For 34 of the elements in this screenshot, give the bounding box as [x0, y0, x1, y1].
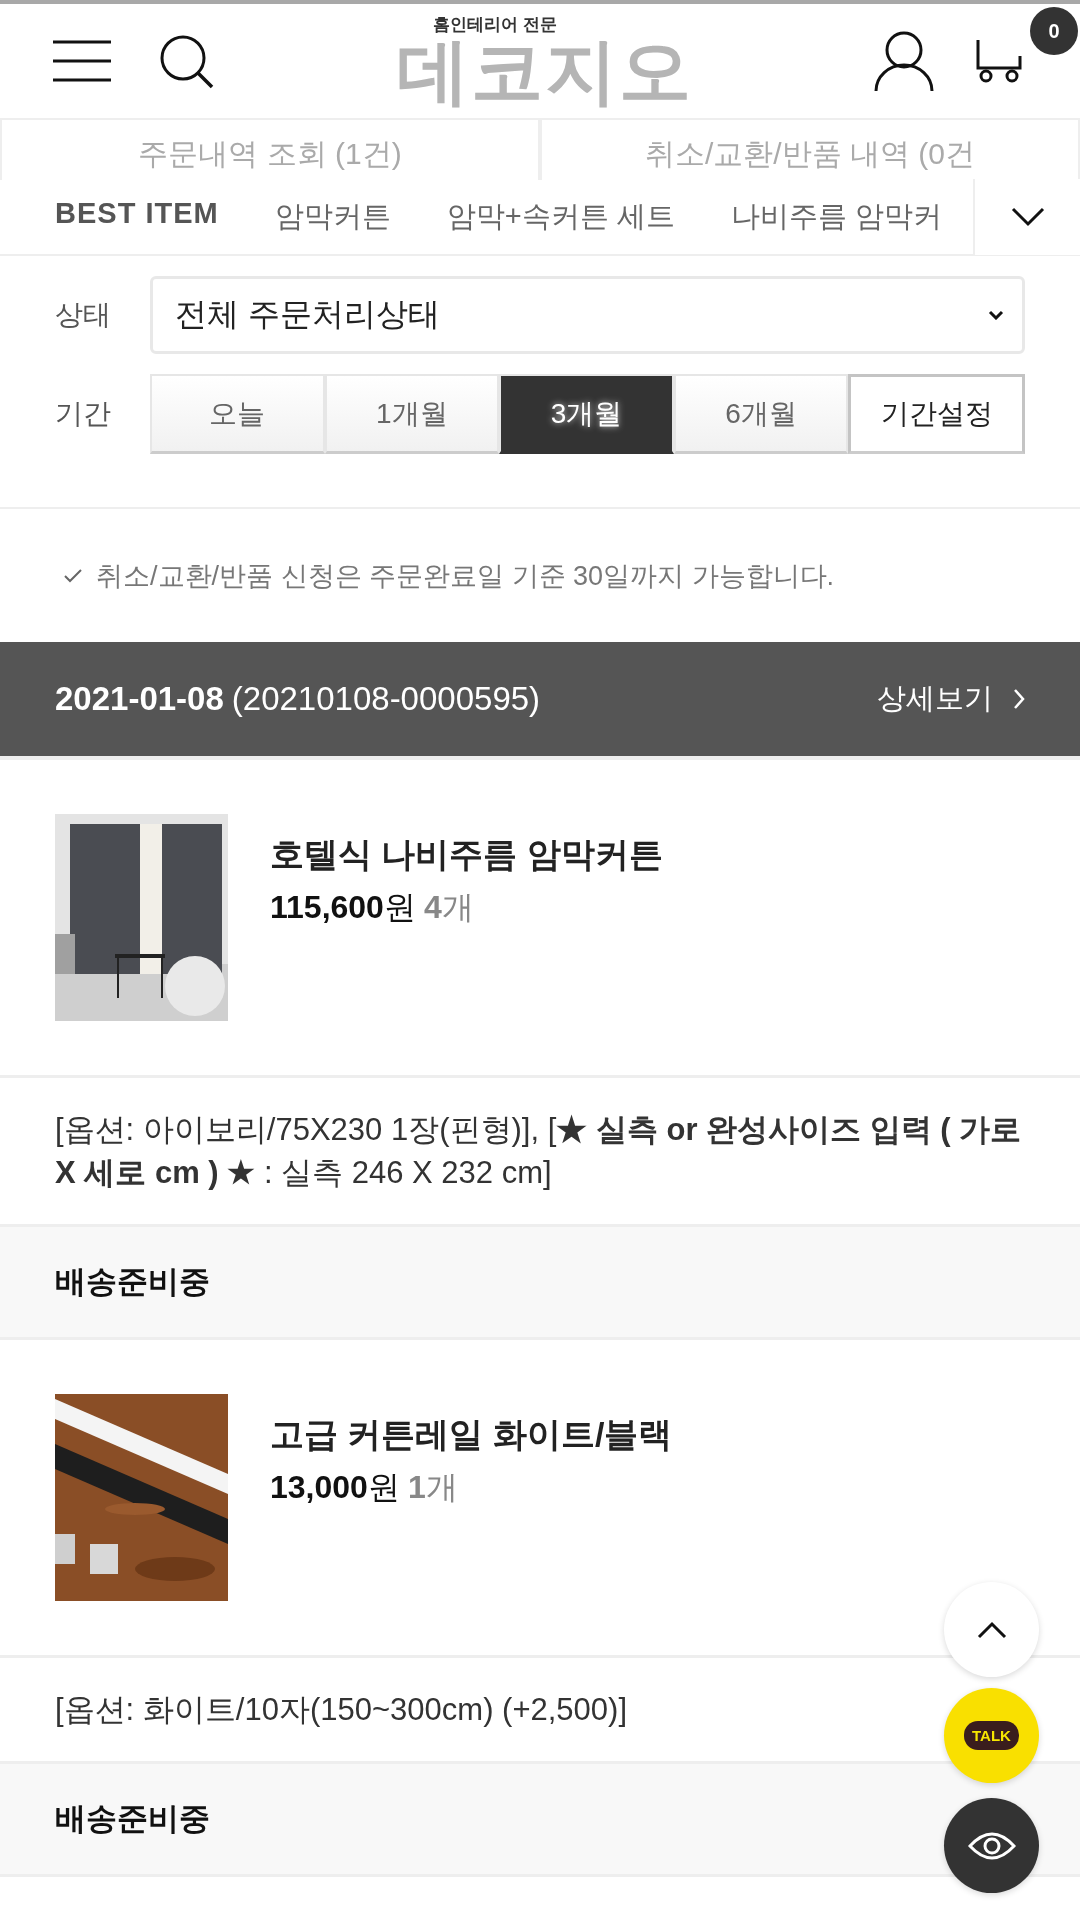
- chevron-up-icon: [976, 1620, 1007, 1639]
- period-button[interactable]: 3개월: [499, 374, 674, 454]
- order-date: 2021-01-08: [55, 680, 224, 717]
- period-button[interactable]: 6개월: [673, 374, 849, 454]
- detail-link[interactable]: 상세보기: [877, 679, 1025, 719]
- logo-tagline: 홈인테리어 전문: [433, 15, 557, 35]
- talk-button[interactable]: TALK: [944, 1688, 1039, 1783]
- status-select[interactable]: 전체 주문처리상태: [150, 276, 1025, 354]
- chevron-down-icon: [1010, 207, 1045, 227]
- category-link[interactable]: BEST ITEM: [55, 197, 219, 237]
- filter-label: 상태: [55, 298, 112, 332]
- period-button[interactable]: 기간설정: [848, 374, 1025, 454]
- user-icon[interactable]: [872, 29, 936, 93]
- notice-text: 취소/교환/반품 신청은 주문완료일 기준 30일까지 가능합니다.: [96, 559, 835, 593]
- period-button[interactable]: 오늘: [150, 374, 325, 454]
- check-icon: [64, 568, 82, 583]
- chevron-down-icon: [988, 310, 1004, 320]
- product-quantity: 4개: [423, 888, 474, 927]
- shipping-status: 배송준비중: [0, 1764, 1080, 1877]
- product-name[interactable]: 호텔식 나비주름 암막커튼: [270, 832, 663, 878]
- order-number: (20210108-0000595): [231, 680, 541, 717]
- chevron-right-icon: [1013, 688, 1025, 710]
- product-quantity: 1개: [407, 1468, 458, 1507]
- product-name[interactable]: 고급 커튼레일 화이트/블랙: [270, 1412, 673, 1458]
- category-link[interactable]: 암막+속커튼 세트: [446, 197, 675, 237]
- period-button[interactable]: 1개월: [324, 374, 500, 454]
- product-price: 115,600원: [270, 888, 416, 927]
- cart-count-badge: 0: [1030, 7, 1078, 55]
- category-link[interactable]: 암막커튼: [274, 197, 391, 237]
- filter-label: 기간: [55, 397, 112, 431]
- shipping-status: 배송준비중: [0, 1227, 1080, 1340]
- eye-icon: [967, 1830, 1016, 1861]
- product-price: 13,000원: [270, 1468, 400, 1507]
- category-link[interactable]: 나비주름 암막커: [730, 197, 942, 237]
